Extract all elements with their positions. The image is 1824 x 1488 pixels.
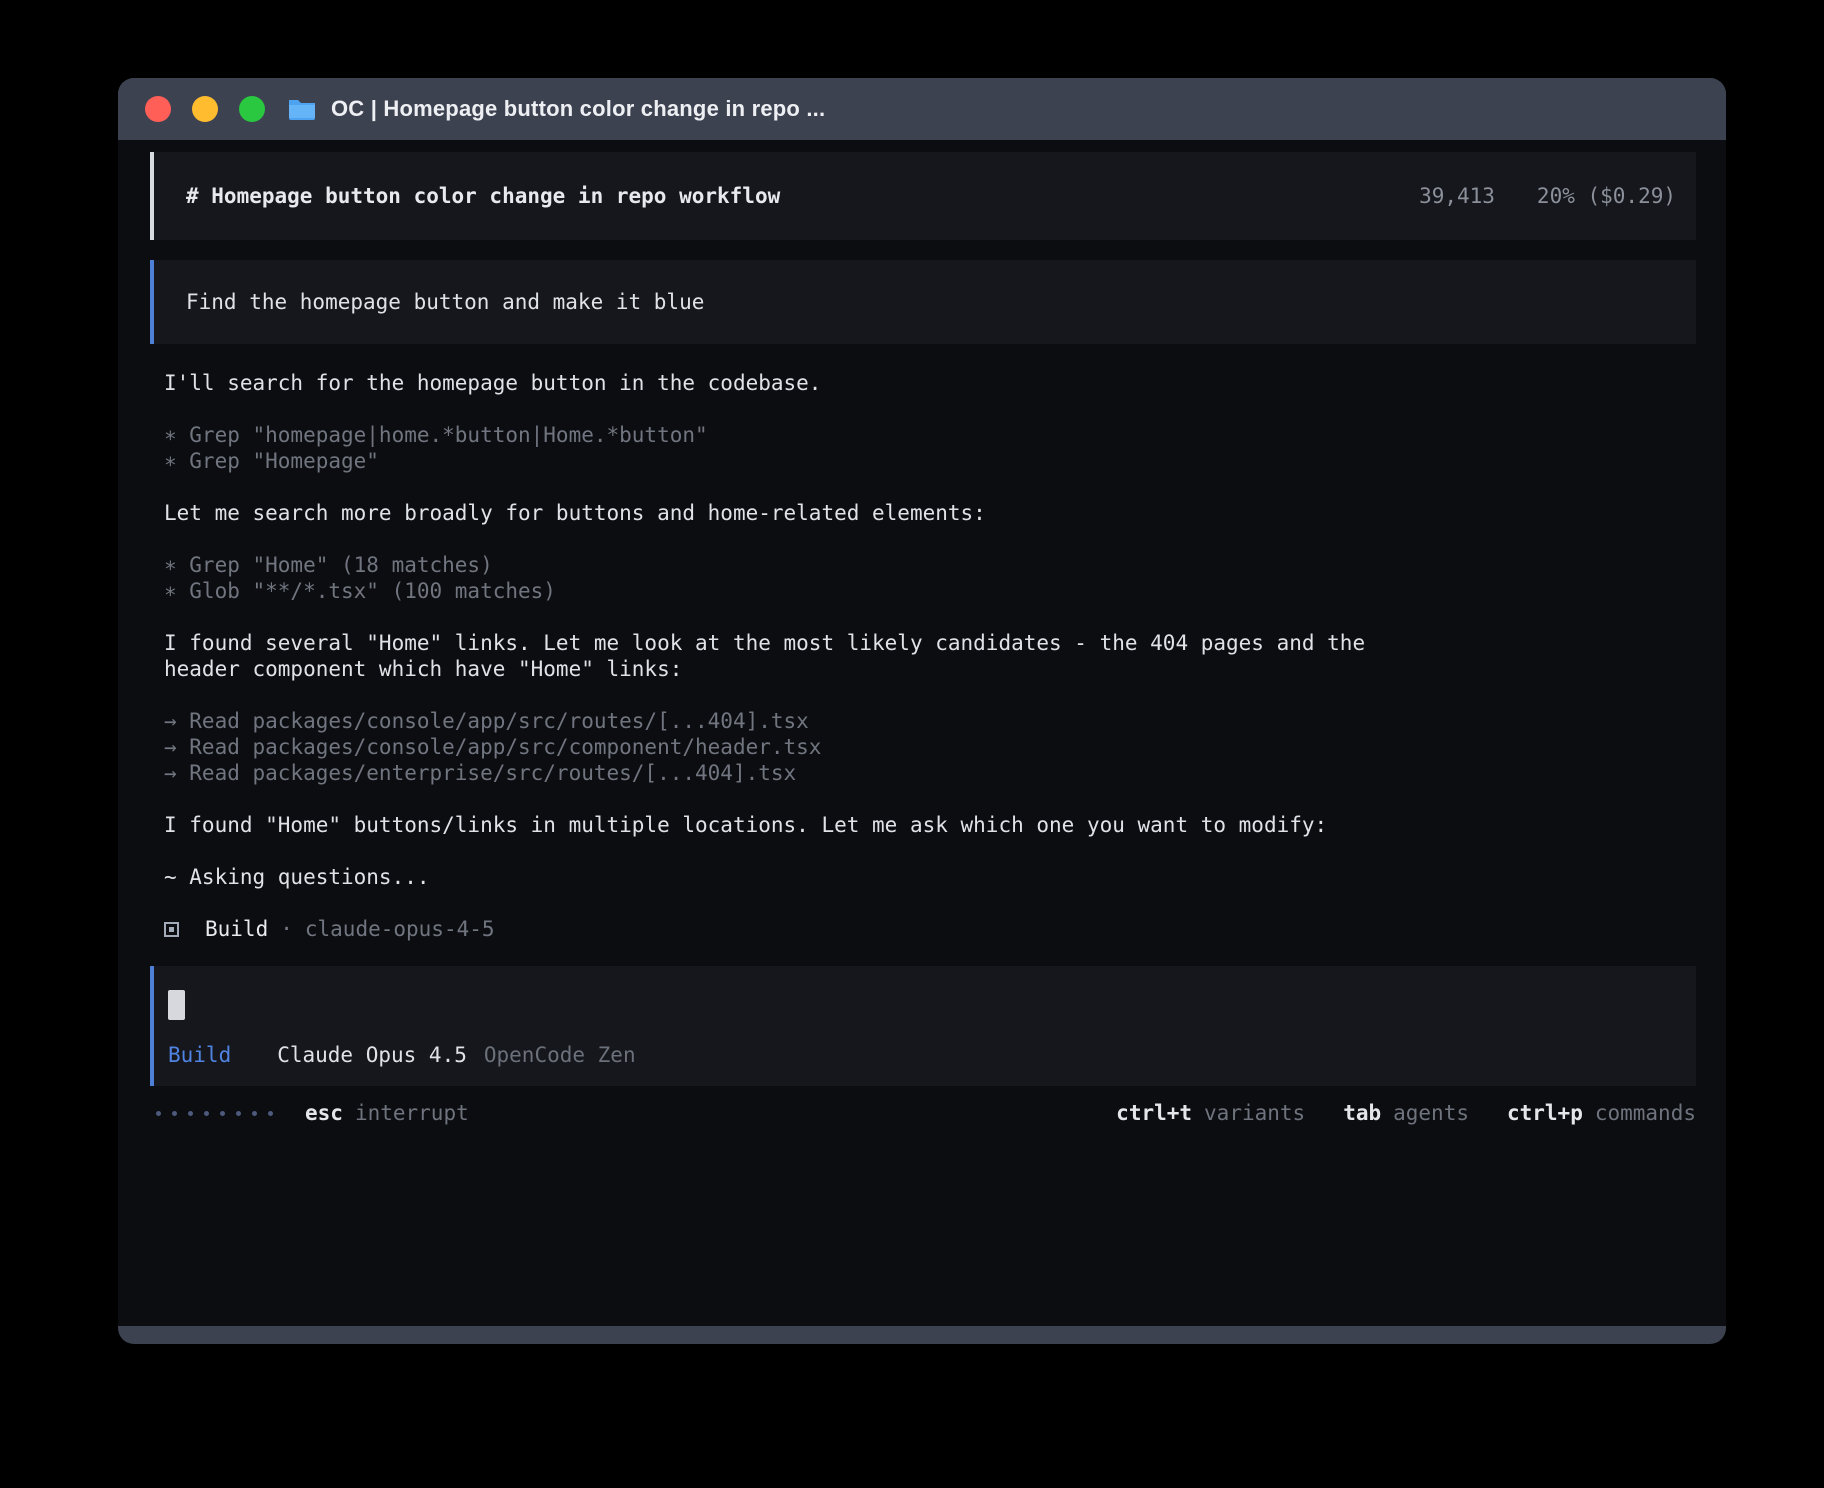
agents-label: agents (1393, 1100, 1469, 1126)
window-controls (145, 96, 265, 122)
spinner-dot (268, 1111, 273, 1116)
session-meta: 39,413 20% ($0.29) (1419, 183, 1676, 209)
spinner-dot (220, 1111, 225, 1116)
model-name-label: Claude Opus 4.5 (277, 1042, 467, 1068)
minimize-window-button[interactable] (192, 96, 218, 122)
assistant-intro-text: I'll search for the homepage button in t… (164, 370, 1696, 396)
commands-label: commands (1595, 1100, 1696, 1126)
esc-key: esc (305, 1100, 343, 1126)
tool-call-glob: ∗ Glob "**/*.tsx" (100 matches) (164, 578, 1696, 604)
spinner-dot (156, 1111, 161, 1116)
spinner-dot (204, 1111, 209, 1116)
tool-call-grep: ∗ Grep "Home" (18 matches) (164, 552, 1696, 578)
terminal-window: OC | Homepage button color change in rep… (118, 78, 1726, 1344)
terminal-content: # Homepage button color change in repo w… (118, 140, 1726, 1326)
hint-interrupt: esc interrupt (305, 1100, 469, 1126)
provider-label: OpenCode Zen (484, 1042, 636, 1068)
agent-info-line: Build · claude-opus-4-5 (164, 916, 1696, 942)
assistant-broader-search-text: Let me search more broadly for buttons a… (164, 500, 1696, 526)
spinner-dot (252, 1111, 257, 1116)
hint-variants: ctrl+t variants (1116, 1100, 1305, 1126)
composer-status-line: Build Claude Opus 4.5 OpenCode Zen (168, 1042, 1676, 1068)
ctrl-p-key: ctrl+p (1507, 1100, 1583, 1126)
assistant-status-text: ~ Asking questions... (164, 864, 1696, 890)
agent-separator: · (280, 916, 293, 942)
token-count: 39,413 (1419, 183, 1495, 209)
user-message-text: Find the homepage button and make it blu… (186, 289, 704, 315)
spinner-dot (172, 1111, 177, 1116)
assistant-ask-text: I found "Home" buttons/links in multiple… (164, 812, 1696, 838)
tool-call-group: ∗ Grep "Home" (18 matches) ∗ Glob "**/*.… (164, 552, 1696, 604)
tool-call-group: ∗ Grep "homepage|home.*button|Home.*butt… (164, 422, 1696, 474)
window-title: OC | Homepage button color change in rep… (331, 96, 825, 122)
zoom-window-button[interactable] (239, 96, 265, 122)
agent-model: claude-opus-4-5 (305, 916, 495, 942)
status-bar-right: ctrl+t variants tab agents ctrl+p comman… (1116, 1100, 1696, 1126)
status-bar-left: esc interrupt (150, 1100, 469, 1126)
tool-call-read: → Read packages/console/app/src/routes/[… (164, 708, 1696, 734)
assistant-response: I'll search for the homepage button in t… (150, 370, 1696, 942)
tool-call-read: → Read packages/enterprise/src/routes/[.… (164, 760, 1696, 786)
variants-label: variants (1204, 1100, 1305, 1126)
tool-call-grep: ∗ Grep "Homepage" (164, 448, 1696, 474)
prompt-input[interactable]: Build Claude Opus 4.5 OpenCode Zen (150, 966, 1696, 1086)
user-message: Find the homepage button and make it blu… (150, 260, 1696, 344)
ctrl-t-key: ctrl+t (1116, 1100, 1192, 1126)
session-title: # Homepage button color change in repo w… (186, 183, 780, 209)
status-bar: esc interrupt ctrl+t variants tab agents… (150, 1100, 1696, 1126)
hint-agents: tab agents (1343, 1100, 1469, 1126)
folder-icon (287, 97, 317, 121)
text-cursor (168, 990, 185, 1020)
tab-key: tab (1343, 1100, 1381, 1126)
context-usage: 20% ($0.29) (1537, 183, 1676, 209)
tool-call-read: → Read packages/console/app/src/componen… (164, 734, 1696, 760)
spinner-dot (188, 1111, 193, 1116)
build-agent-icon (164, 922, 179, 937)
agent-name: Build (205, 916, 268, 942)
spinner-dots-icon (156, 1111, 273, 1116)
assistant-candidates-text: I found several "Home" links. Let me loo… (164, 630, 1414, 682)
agent-mode-label: Build (168, 1042, 231, 1068)
spinner-dot (236, 1111, 241, 1116)
interrupt-label: interrupt (355, 1100, 469, 1126)
tool-call-grep: ∗ Grep "homepage|home.*button|Home.*butt… (164, 422, 1696, 448)
hint-commands: ctrl+p commands (1507, 1100, 1696, 1126)
close-window-button[interactable] (145, 96, 171, 122)
session-header: # Homepage button color change in repo w… (150, 152, 1696, 240)
tool-call-group: → Read packages/console/app/src/routes/[… (164, 708, 1696, 786)
window-titlebar[interactable]: OC | Homepage button color change in rep… (118, 78, 1726, 140)
